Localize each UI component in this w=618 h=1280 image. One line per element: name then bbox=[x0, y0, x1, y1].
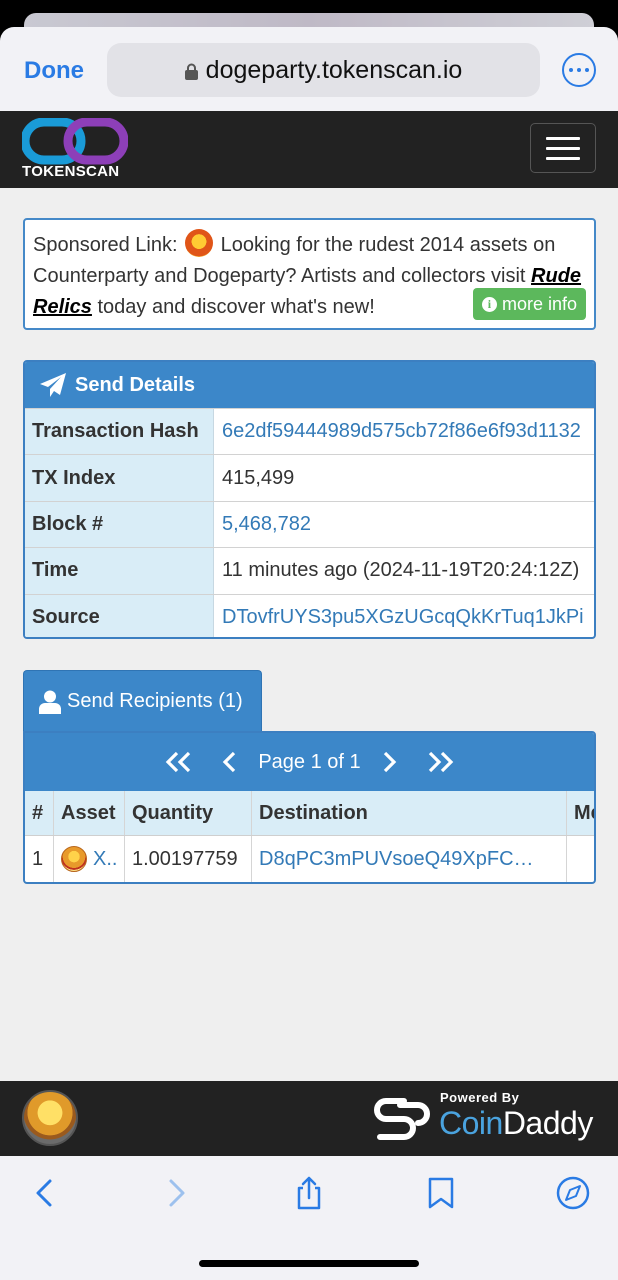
send-details-header: Send Details bbox=[25, 362, 594, 408]
detail-key: Transaction Hash bbox=[25, 409, 214, 455]
memo-cell bbox=[567, 836, 594, 882]
sponsor-text-2: today and discover what's new! bbox=[97, 296, 375, 318]
coindaddy-logo-icon bbox=[374, 1098, 430, 1140]
column-header: Destination bbox=[252, 791, 567, 835]
url-text: dogeparty.tokenscan.io bbox=[205, 55, 463, 84]
source-address-link[interactable]: DTovfrUYS3pu5XGzUGcqQkKrTuq1JkPi bbox=[214, 595, 594, 637]
asset-icon bbox=[61, 846, 87, 872]
tab-label: Send Recipients (1) bbox=[67, 690, 243, 712]
home-indicator bbox=[199, 1260, 419, 1267]
send-details-panel: Send Details Transaction Hash 6e2df59444… bbox=[23, 360, 596, 639]
table-header: # Asset Quantity Destination Me bbox=[25, 791, 594, 836]
sponsor-prefix: Sponsored Link: bbox=[33, 234, 178, 256]
column-header: Asset bbox=[54, 791, 125, 835]
destination-link[interactable]: D8qPC3mPUVsoeQ49XpFC… bbox=[252, 836, 567, 882]
info-icon: i bbox=[481, 296, 497, 312]
page-indicator: Page 1 of 1 bbox=[258, 750, 361, 773]
last-page-icon[interactable] bbox=[425, 751, 455, 773]
tab-send-recipients[interactable]: Send Recipients (1) bbox=[23, 670, 262, 732]
more-info-label: more info bbox=[501, 293, 577, 314]
table-row: 1 X.. 1.00197759 D8qPC3mPUVsoeQ49XpFC… bbox=[25, 836, 594, 882]
detail-row-time: Time 11 minutes ago (2024-11-19T20:24:12… bbox=[25, 547, 594, 594]
site-footer: Powered By CoinDaddy bbox=[0, 1081, 618, 1157]
more-options-icon[interactable] bbox=[562, 53, 596, 87]
more-info-button[interactable]: i more info bbox=[472, 288, 586, 320]
share-icon[interactable] bbox=[292, 1176, 326, 1210]
site-header: TOKENSCAN bbox=[0, 111, 618, 188]
pagination: Page 1 of 1 bbox=[25, 733, 594, 791]
coindaddy-brand[interactable]: CoinDaddy bbox=[439, 1105, 593, 1142]
bookmarks-icon[interactable] bbox=[424, 1176, 458, 1210]
logo-text: TOKENSCAN bbox=[22, 163, 120, 180]
row-number: 1 bbox=[25, 836, 54, 882]
rude-relics-icon bbox=[185, 229, 214, 257]
detail-value: 415,499 bbox=[222, 466, 295, 489]
asset-cell[interactable]: X.. bbox=[54, 836, 125, 882]
lock-icon bbox=[184, 63, 198, 80]
back-icon[interactable] bbox=[28, 1176, 62, 1210]
powered-by-label: Powered By bbox=[440, 1090, 520, 1105]
asset-link[interactable]: X.. bbox=[93, 848, 117, 871]
next-page-icon[interactable] bbox=[381, 751, 397, 773]
url-field[interactable]: dogeparty.tokenscan.io bbox=[107, 43, 540, 97]
browser-address-bar: Done dogeparty.tokenscan.io bbox=[0, 27, 618, 112]
column-header: Me bbox=[574, 801, 594, 824]
detail-row-source: Source DTovfrUYS3pu5XGzUGcqQkKrTuq1JkPi bbox=[25, 593, 594, 637]
prev-page-icon[interactable] bbox=[222, 751, 238, 773]
page-content: Sponsored Link: Looking for the rudest 2… bbox=[0, 188, 618, 1081]
recipients-panel: Page 1 of 1 # Asset Quantity Destination… bbox=[23, 731, 596, 884]
forward-icon[interactable] bbox=[159, 1176, 193, 1210]
detail-key: Source bbox=[25, 594, 214, 637]
menu-hamburger-button[interactable] bbox=[530, 123, 596, 173]
quantity-cell: 1.00197759 bbox=[125, 836, 252, 882]
done-button[interactable]: Done bbox=[24, 57, 84, 85]
block-link[interactable]: 5,468,782 bbox=[214, 502, 594, 547]
brand-part-b: Daddy bbox=[502, 1105, 594, 1141]
brand-part-a: Coin bbox=[439, 1105, 503, 1141]
sponsored-link-box: Sponsored Link: Looking for the rudest 2… bbox=[23, 218, 596, 330]
column-header: Quantity bbox=[125, 791, 252, 835]
detail-row-hash: Transaction Hash 6e2df59444989d575cb72f8… bbox=[25, 408, 594, 455]
detail-row-tx-index: TX Index 415,499 bbox=[25, 454, 594, 501]
paper-plane-icon bbox=[40, 373, 66, 397]
user-icon bbox=[39, 690, 61, 714]
detail-key: Block # bbox=[25, 501, 214, 548]
doge-avatar bbox=[22, 1090, 78, 1146]
compass-icon[interactable] bbox=[556, 1176, 590, 1210]
detail-key: Time bbox=[25, 548, 214, 594]
detail-row-block: Block # 5,468,782 bbox=[25, 500, 594, 548]
column-header: # bbox=[25, 791, 54, 835]
first-page-icon[interactable] bbox=[164, 751, 194, 773]
detail-value: 11 minutes ago (2024-11-19T20:24:12Z) bbox=[222, 559, 580, 582]
browser-toolbar bbox=[0, 1156, 618, 1280]
transaction-hash-link[interactable]: 6e2df59444989d575cb72f86e6f93d1132 bbox=[214, 409, 594, 454]
detail-key: TX Index bbox=[25, 455, 214, 501]
send-details-title: Send Details bbox=[75, 373, 196, 396]
